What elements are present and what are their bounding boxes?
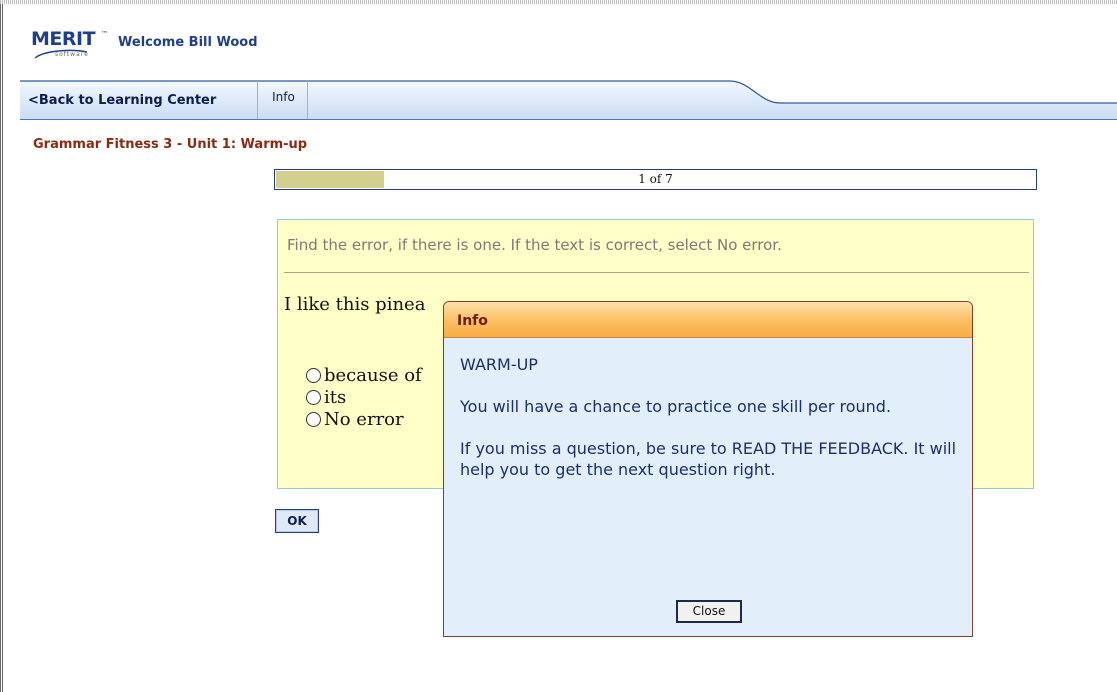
dialog-paragraph: You will have a chance to practice one s… <box>460 397 892 416</box>
back-to-learning-center-link[interactable]: <Back to Learning Center <box>20 81 257 119</box>
question-sentence: I like this pinea <box>284 294 425 315</box>
dialog-header: Info <box>444 302 972 338</box>
answer-option-label: No error <box>324 408 404 430</box>
header: MERIT ™ software Welcome Bill Wood <box>12 22 1112 62</box>
nav-bar: <Back to Learning Center Info <box>20 73 1117 120</box>
dialog-heading: WARM-UP <box>460 355 538 374</box>
unit-title: Grammar Fitness 3 - Unit 1: Warm-up <box>33 137 308 152</box>
ok-button[interactable]: OK <box>275 509 319 533</box>
answer-options: because of its No error <box>306 364 422 430</box>
close-button[interactable]: Close <box>676 600 742 623</box>
nav-divider <box>307 81 308 119</box>
window-top-border <box>0 0 1117 4</box>
nav-divider <box>257 81 258 119</box>
answer-option-label: its <box>324 386 347 408</box>
dialog-title: Info <box>457 313 488 329</box>
dialog-paragraph: If you miss a question, be sure to READ … <box>460 439 957 479</box>
merit-logo: MERIT ™ software <box>31 28 109 62</box>
answer-option[interactable]: No error <box>306 408 422 430</box>
logo-subtext: software <box>55 51 89 58</box>
question-instruction: Find the error, if there is one. If the … <box>287 236 782 254</box>
question-divider <box>284 272 1029 273</box>
dialog-body: WARM-UP You will have a chance to practi… <box>460 354 960 501</box>
logo-text: MERIT <box>31 28 96 50</box>
radio-button[interactable] <box>306 411 321 427</box>
info-dialog: Info WARM-UP You will have a chance to p… <box>443 301 973 637</box>
progress-text: 1 of 7 <box>638 172 673 186</box>
radio-button[interactable] <box>306 367 321 383</box>
welcome-text: Welcome Bill Wood <box>118 35 258 50</box>
sentence-start: I like this pinea <box>284 294 426 315</box>
radio-button[interactable] <box>306 389 321 405</box>
answer-option[interactable]: because of <box>306 364 422 386</box>
answer-option[interactable]: its <box>306 386 422 408</box>
answer-option-label: because of <box>324 364 422 386</box>
nav-info-tab[interactable]: Info <box>260 81 307 119</box>
progress-bar: 1 of 7 <box>274 169 1037 190</box>
logo-trademark: ™ <box>101 30 108 38</box>
